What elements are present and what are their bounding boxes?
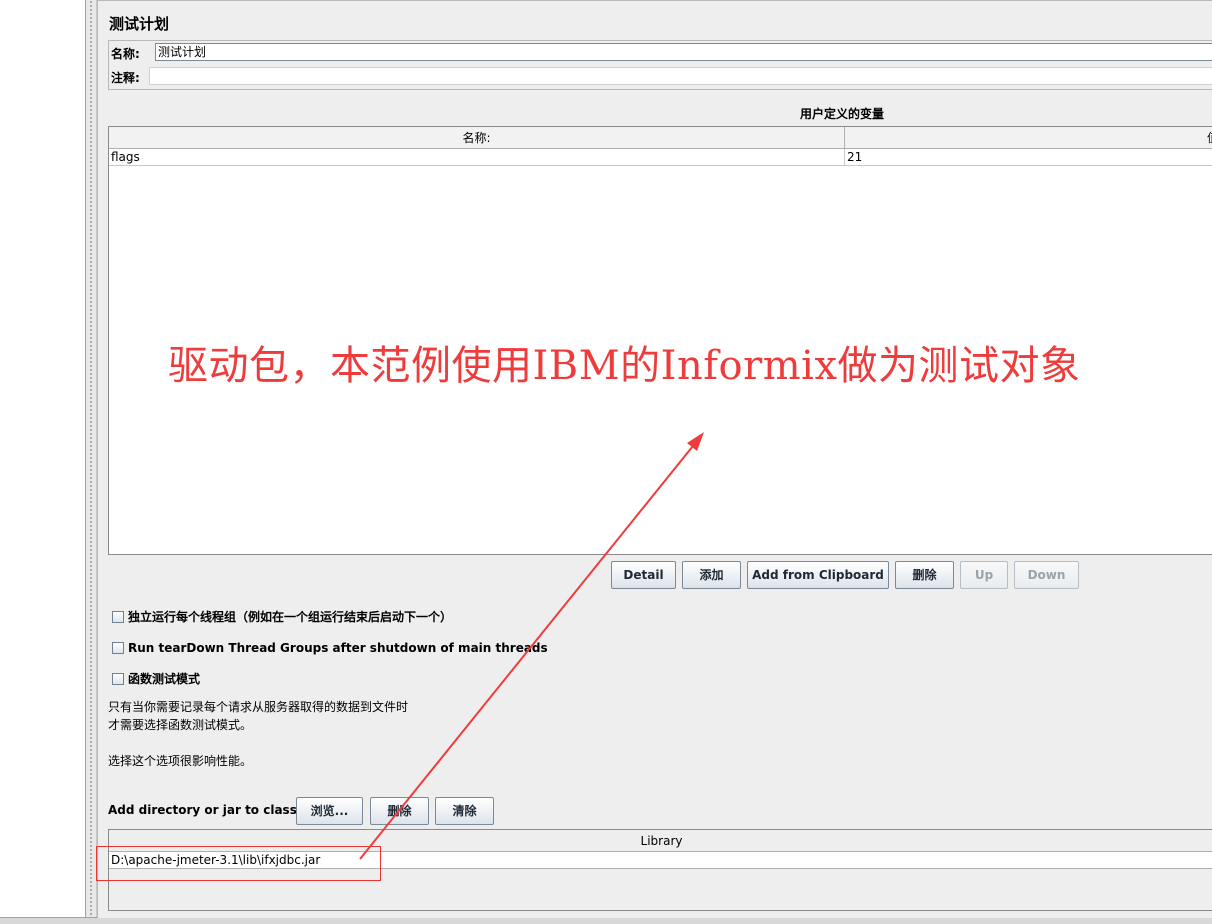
- annotation-arrow: [359, 432, 704, 860]
